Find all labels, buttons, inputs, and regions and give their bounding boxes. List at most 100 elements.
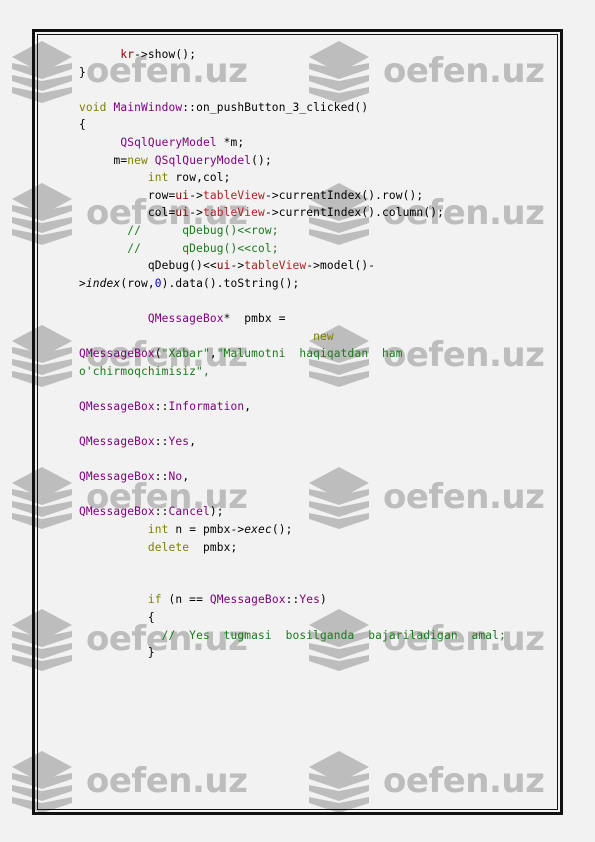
- code-line: }: [79, 66, 86, 79]
- code-listing-area: kr->show(); } void MainWindow::on_pushBu…: [41, 40, 554, 804]
- code-token: 0: [154, 276, 162, 290]
- code-token: Yes: [299, 593, 321, 607]
- code-line: }: [79, 646, 155, 659]
- code-token: "Xabar": [161, 347, 210, 361]
- code-line: // qDebug()<<row;: [79, 224, 279, 237]
- code-token: QMessageBox: [79, 435, 155, 449]
- code-token: pmbx;: [189, 540, 238, 554]
- code-token: ->: [189, 188, 203, 202]
- code-token: ->currentIndex().row();: [264, 188, 424, 202]
- code-token: QSqlQueryModel: [154, 153, 252, 167]
- code-token: ::on_pushButton_3_clicked(): [182, 100, 369, 114]
- code-line: QMessageBox::Cancel);: [79, 505, 224, 518]
- code-token: ::: [285, 593, 300, 607]
- code-line: QMessageBox* pmbx =: [79, 312, 286, 325]
- code-token: *m;: [216, 135, 245, 149]
- code-line: int row,col;: [79, 171, 231, 184]
- code-token: row=: [147, 188, 176, 202]
- code-token: m=: [113, 153, 128, 167]
- code-token: (row,: [120, 276, 155, 290]
- code-line: col=ui->tableView->currentIndex().column…: [79, 206, 444, 219]
- code-line: // qDebug()<<col;: [79, 242, 279, 255]
- code-token: ->: [189, 206, 203, 220]
- code-token: "Malumotni haqiqatdan ham: [216, 347, 403, 361]
- code-line: o'chirmoqchimisiz",: [79, 365, 210, 378]
- code-token: int: [147, 171, 169, 185]
- code-token: new: [313, 329, 334, 343]
- code-token: ui: [216, 259, 231, 273]
- code-token: col=: [147, 206, 176, 220]
- code-token: ui: [175, 206, 190, 220]
- code-token: ,: [244, 399, 252, 413]
- code-token: kr: [120, 48, 135, 61]
- code-token: if: [147, 593, 162, 607]
- code-token: tableView: [202, 206, 265, 220]
- code-token: Cancel: [168, 505, 210, 519]
- code-line: void MainWindow::on_pushButton_3_clicked…: [79, 101, 368, 114]
- code-token: ::: [154, 505, 169, 519]
- code-token: (: [154, 347, 162, 361]
- code-token: o'chirmoqchimisiz",: [79, 364, 210, 378]
- code-token: {: [147, 611, 155, 624]
- code-token: ->currentIndex().column();: [264, 206, 444, 220]
- code-token: ).data().toString();: [161, 276, 300, 290]
- code-token: index: [85, 276, 121, 290]
- code-line: QMessageBox("Xabar","Malumotni haqiqatda…: [79, 347, 403, 360]
- code-line: qDebug()<<ui->tableView->model()->index(…: [79, 259, 375, 290]
- code-token: ): [320, 593, 327, 607]
- code-token: tableView: [244, 259, 307, 273]
- code-token: tableView: [202, 188, 265, 202]
- code-token: ::: [154, 399, 169, 413]
- code-line: {: [79, 611, 155, 624]
- code-line: kr->show();: [79, 48, 196, 61]
- code-token: ,: [182, 470, 190, 484]
- code-line: QSqlQueryModel *m;: [79, 136, 244, 149]
- code-line: // Yes tugmasi bosilganda bajariladigan …: [79, 629, 506, 642]
- code-token: qDebug()<<: [147, 259, 217, 273]
- code-token: MainWindow: [113, 100, 183, 114]
- code-token: QMessageBox: [79, 347, 155, 361]
- code-line: delete pmbx;: [79, 541, 237, 554]
- code-token: }: [79, 65, 86, 79]
- source-code-block: kr->show(); } void MainWindow::on_pushBu…: [79, 46, 552, 662]
- code-token: delete: [147, 540, 190, 554]
- code-token: (n ==: [161, 593, 210, 607]
- code-token: // qDebug()<<row;: [127, 223, 279, 237]
- code-token: Information: [168, 399, 245, 413]
- code-token: void: [79, 100, 114, 114]
- code-line: QMessageBox::Information,: [79, 400, 251, 413]
- code-token: ,: [209, 347, 217, 361]
- code-token: No: [168, 470, 183, 484]
- code-token: int: [147, 523, 169, 537]
- code-token: ::: [154, 470, 169, 484]
- code-token: // Yes tugmasi bosilganda bajariladigan …: [161, 628, 506, 642]
- code-token: {: [79, 118, 86, 132]
- code-token: ();: [251, 153, 272, 167]
- code-token: new: [127, 153, 155, 167]
- code-token: ui: [175, 188, 190, 202]
- code-token: n = pmbx->: [168, 523, 245, 537]
- code-line: QMessageBox::No,: [79, 470, 189, 483]
- code-token: QMessageBox: [79, 470, 155, 484]
- code-token: QSqlQueryModel: [120, 135, 217, 149]
- code-line: QMessageBox::Yes,: [79, 435, 196, 448]
- code-line: row=ui->tableView->currentIndex().row();: [79, 189, 423, 202]
- code-line: new: [79, 330, 334, 343]
- code-token: row,col;: [168, 171, 231, 185]
- code-token: exec: [244, 523, 272, 537]
- code-token: QMessageBox: [79, 399, 155, 413]
- code-line: int n = pmbx->exec();: [79, 523, 293, 536]
- code-line: if (n == QMessageBox::Yes): [79, 593, 327, 606]
- code-token: ::: [154, 435, 169, 449]
- code-token: QMessageBox: [209, 593, 286, 607]
- code-token: ();: [271, 523, 293, 537]
- code-token: );: [209, 505, 224, 519]
- code-token: Yes: [168, 435, 190, 449]
- code-token: * pmbx =: [223, 311, 286, 325]
- code-token: // qDebug()<<col;: [127, 241, 279, 255]
- code-line: {: [79, 118, 86, 131]
- code-token: }: [147, 646, 155, 660]
- code-token: QMessageBox: [79, 505, 155, 519]
- code-token: QMessageBox: [147, 311, 224, 325]
- code-token: ,: [189, 435, 197, 449]
